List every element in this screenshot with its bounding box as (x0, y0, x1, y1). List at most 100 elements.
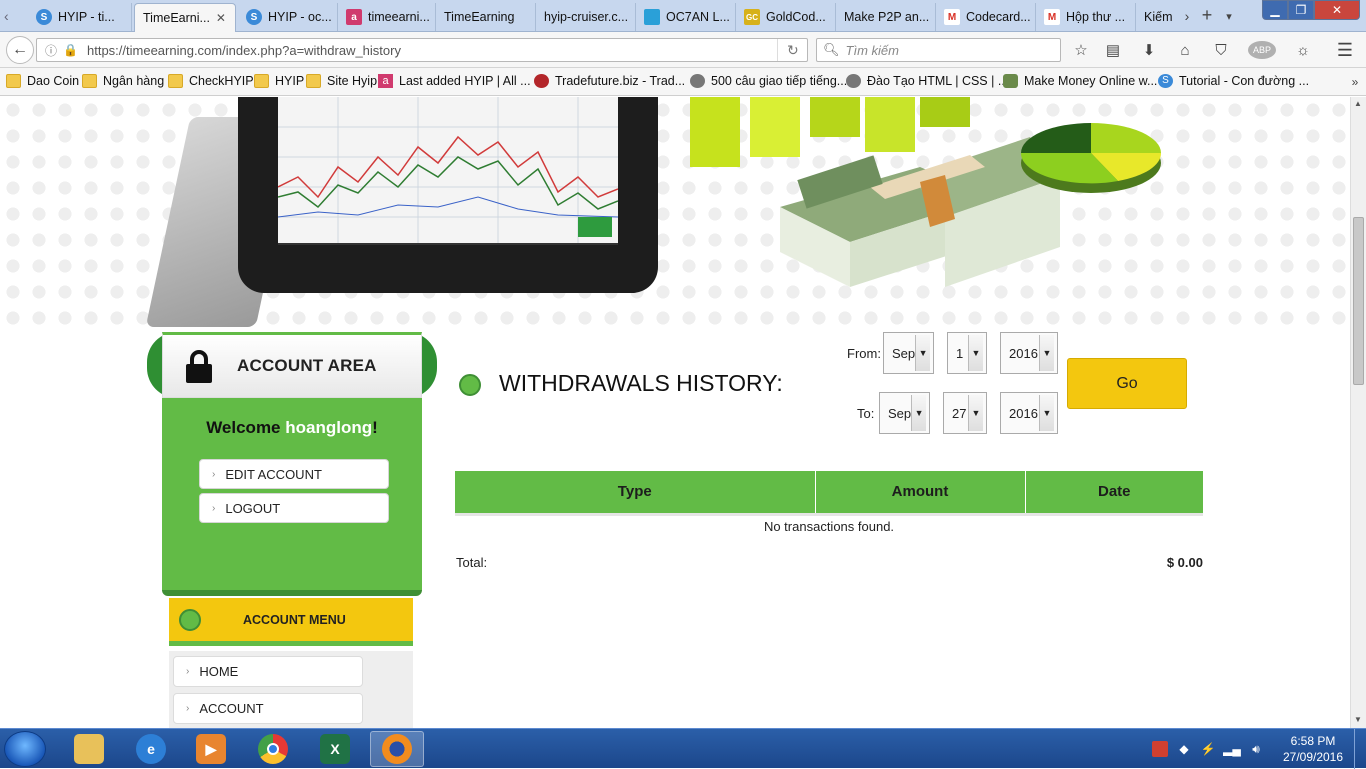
from-month-select[interactable]: Sep ▼ (883, 332, 934, 374)
bookmark-label: Last added HYIP | All ... (399, 74, 531, 88)
bookmark-label: HYIP (275, 74, 305, 88)
signal-tray-icon[interactable]: ▂▄ (1223, 741, 1241, 757)
list-all-tabs-icon[interactable]: ▾ (1220, 7, 1238, 25)
taskbar-firefox[interactable] (370, 731, 424, 767)
media-player-icon: ▶ (196, 734, 226, 764)
tabs-scroll-left-icon[interactable]: ‹ (4, 8, 18, 24)
bookmark-ngan-hang[interactable]: Ngân hàng (82, 74, 164, 88)
tab-timeearni[interactable]: a timeearni... (338, 3, 436, 31)
restore-icon[interactable]: ❐ (1288, 0, 1314, 20)
edit-account-button[interactable]: › EDIT ACCOUNT (199, 459, 389, 489)
taskbar-internet-explorer[interactable]: e (124, 731, 178, 767)
column-header-date: Date (1025, 471, 1203, 516)
tab-label: HYIP - ti... (58, 10, 115, 24)
bookmark-tutorial[interactable]: S Tutorial - Con đường ... (1158, 74, 1309, 88)
go-button[interactable]: Go (1067, 358, 1187, 409)
tab-label: Kiếm (1144, 10, 1173, 24)
bookmark-make-money[interactable]: Make Money Online w... (1003, 74, 1157, 88)
bookmark-site-hyip[interactable]: Site Hyip (306, 74, 377, 88)
bookmark-500-cau[interactable]: 500 câu giao tiếp tiếng... (690, 74, 847, 88)
system-clock[interactable]: 6:58 PM 27/09/2016 (1278, 733, 1348, 765)
extension-icon[interactable]: ☼ (1294, 41, 1312, 59)
to-month-select[interactable]: Sep ▼ (879, 392, 930, 434)
new-tab-icon[interactable]: + (1198, 5, 1216, 25)
bookmark-last-added-hyip[interactable]: a Last added HYIP | All ... (378, 74, 531, 88)
taskbar-excel[interactable]: X (308, 731, 362, 767)
tab-hyip-cruiser[interactable]: hyip-cruiser.c... (536, 3, 636, 31)
dropdown-arrow-icon: ▼ (968, 335, 983, 371)
chevron-right-icon: › (212, 502, 216, 514)
url-text: https://timeearning.com/index.php?a=with… (87, 42, 401, 58)
from-year-value: 2016 (1009, 345, 1038, 361)
search-field[interactable]: 🔍︎ Tìm kiếm (816, 38, 1061, 62)
gmail-icon: M (1044, 9, 1060, 25)
tab-make-p2p[interactable]: Make P2P an... (836, 3, 936, 31)
globe-icon (534, 74, 549, 88)
menu-item-account[interactable]: › ACCOUNT (173, 693, 363, 724)
tab-codecard[interactable]: M Codecard... (936, 3, 1036, 31)
tab-goldcode[interactable]: GC GoldCod... (736, 3, 836, 31)
network-app-tray-icon[interactable]: ◆ (1176, 741, 1192, 757)
bookmark-dao-coin[interactable]: Dao Coin (6, 74, 79, 88)
pie-chart-image (1020, 123, 1162, 193)
from-month-value: Sep (892, 345, 916, 361)
globe-icon (846, 74, 861, 88)
power-tray-icon[interactable]: ⚡ (1200, 741, 1216, 757)
logout-button[interactable]: › LOGOUT (199, 493, 389, 523)
bookmark-dao-tao-html[interactable]: Đào Tạo HTML | CSS | ... (846, 74, 1008, 88)
from-year-select[interactable]: 2016 ▼ (1000, 332, 1058, 374)
hamburger-menu-icon[interactable]: ☰ (1336, 40, 1354, 60)
tab-hyip-ti[interactable]: S HYIP - ti... (28, 3, 132, 31)
taskbar-media-player[interactable]: ▶ (184, 731, 238, 767)
menu-item-home[interactable]: › HOME (173, 656, 363, 687)
tabs-scroll-right-icon[interactable]: › (1178, 7, 1196, 25)
close-tab-icon[interactable]: ✕ (216, 11, 226, 25)
adblock-icon[interactable]: ABP (1248, 41, 1276, 59)
reload-icon[interactable]: ↻ (787, 42, 799, 59)
tab-oc7an[interactable]: OC7AN L... (636, 3, 736, 31)
tab-label: HYIP - oc... (268, 10, 332, 24)
clock-time: 6:58 PM (1290, 734, 1336, 748)
scroll-down-icon[interactable]: ▼ (1354, 715, 1362, 724)
bookmark-tradefuture[interactable]: Tradefuture.biz - Trad... (534, 74, 685, 88)
page-scrollbar[interactable]: ▲ ▼ (1350, 97, 1366, 728)
taskbar-chrome[interactable] (246, 731, 300, 767)
tab-hop-thu[interactable]: M Hộp thư ... (1036, 3, 1136, 31)
tab-hyip-oc[interactable]: S HYIP - oc... (238, 3, 338, 31)
volume-icon[interactable]: 🔊︎ (1248, 741, 1264, 757)
tab-timeearning-active[interactable]: TimeEarni... ✕ (134, 3, 236, 32)
show-desktop-button[interactable] (1354, 729, 1366, 769)
back-button[interactable]: ← (6, 36, 34, 64)
from-day-select[interactable]: 1 ▼ (947, 332, 987, 374)
tab-label: OC7AN L... (666, 10, 730, 24)
scrollbar-thumb[interactable] (1353, 217, 1364, 385)
welcome-suffix: ! (372, 418, 378, 437)
reading-list-icon[interactable]: ▤ (1104, 41, 1122, 59)
pocket-icon[interactable]: ⛉ (1212, 41, 1230, 59)
to-year-select[interactable]: 2016 ▼ (1000, 392, 1058, 434)
bookmark-hyip[interactable]: HYIP (254, 74, 304, 88)
excel-icon: X (320, 734, 350, 764)
shield-tray-icon[interactable] (1152, 741, 1168, 757)
url-bar[interactable]: ⓘ 🔒 https://timeearning.com/index.php?a=… (36, 38, 808, 62)
logout-label: LOGOUT (225, 500, 281, 516)
navigation-bar: ← ⓘ 🔒 https://timeearning.com/index.php?… (0, 32, 1366, 68)
download-icon[interactable]: ⬇ (1140, 41, 1158, 59)
bookmark-star-icon[interactable]: ☆ (1072, 41, 1090, 59)
bookmark-checkhyip[interactable]: CheckHYIP (168, 74, 254, 88)
taskbar-explorer[interactable] (62, 731, 116, 767)
close-window-icon[interactable]: ✕ (1314, 0, 1360, 20)
info-icon[interactable]: ⓘ (45, 42, 57, 59)
tab-kiem[interactable]: Kiếm (1136, 3, 1176, 31)
tab-label: timeearni... (368, 10, 430, 24)
home-icon[interactable]: ⌂ (1176, 41, 1194, 59)
s-circle-icon: S (1158, 74, 1173, 88)
to-day-value: 27 (952, 405, 967, 421)
tab-timeearning[interactable]: TimeEarning (436, 3, 536, 31)
scroll-up-icon[interactable]: ▲ (1354, 99, 1362, 108)
to-day-select[interactable]: 27 ▼ (943, 392, 987, 434)
bookmarks-overflow-icon[interactable]: » (1346, 73, 1364, 91)
start-button[interactable] (4, 731, 46, 767)
minimize-icon[interactable]: ▁ (1262, 0, 1288, 20)
to-label: To: (857, 406, 875, 421)
